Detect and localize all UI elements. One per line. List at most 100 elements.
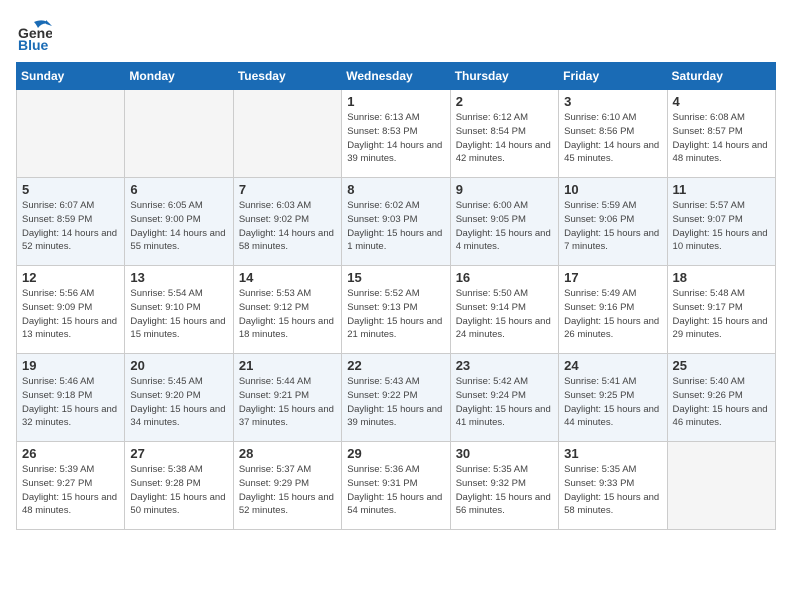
- calendar-cell: [17, 90, 125, 178]
- day-info: Sunrise: 5:39 AMSunset: 9:27 PMDaylight:…: [22, 464, 117, 516]
- day-number: 30: [456, 446, 553, 461]
- calendar-cell: 23 Sunrise: 5:42 AMSunset: 9:24 PMDaylig…: [450, 354, 558, 442]
- day-info: Sunrise: 5:46 AMSunset: 9:18 PMDaylight:…: [22, 376, 117, 428]
- day-info: Sunrise: 5:35 AMSunset: 9:33 PMDaylight:…: [564, 464, 659, 516]
- day-number: 15: [347, 270, 444, 285]
- calendar-cell: 21 Sunrise: 5:44 AMSunset: 9:21 PMDaylig…: [233, 354, 341, 442]
- day-number: 24: [564, 358, 661, 373]
- day-number: 22: [347, 358, 444, 373]
- day-number: 9: [456, 182, 553, 197]
- calendar-cell: 9 Sunrise: 6:00 AMSunset: 9:05 PMDayligh…: [450, 178, 558, 266]
- day-info: Sunrise: 5:37 AMSunset: 9:29 PMDaylight:…: [239, 464, 334, 516]
- day-number: 7: [239, 182, 336, 197]
- day-info: Sunrise: 6:12 AMSunset: 8:54 PMDaylight:…: [456, 112, 551, 164]
- calendar-cell: 22 Sunrise: 5:43 AMSunset: 9:22 PMDaylig…: [342, 354, 450, 442]
- week-row-2: 5 Sunrise: 6:07 AMSunset: 8:59 PMDayligh…: [17, 178, 776, 266]
- day-info: Sunrise: 5:42 AMSunset: 9:24 PMDaylight:…: [456, 376, 551, 428]
- calendar-cell: 17 Sunrise: 5:49 AMSunset: 9:16 PMDaylig…: [559, 266, 667, 354]
- day-info: Sunrise: 5:52 AMSunset: 9:13 PMDaylight:…: [347, 288, 442, 340]
- calendar-cell: 18 Sunrise: 5:48 AMSunset: 9:17 PMDaylig…: [667, 266, 775, 354]
- week-row-1: 1 Sunrise: 6:13 AMSunset: 8:53 PMDayligh…: [17, 90, 776, 178]
- logo-icon: General Blue: [16, 16, 52, 52]
- calendar-cell: 16 Sunrise: 5:50 AMSunset: 9:14 PMDaylig…: [450, 266, 558, 354]
- week-row-4: 19 Sunrise: 5:46 AMSunset: 9:18 PMDaylig…: [17, 354, 776, 442]
- day-info: Sunrise: 6:07 AMSunset: 8:59 PMDaylight:…: [22, 200, 117, 252]
- day-number: 8: [347, 182, 444, 197]
- day-info: Sunrise: 5:59 AMSunset: 9:06 PMDaylight:…: [564, 200, 659, 252]
- day-info: Sunrise: 5:49 AMSunset: 9:16 PMDaylight:…: [564, 288, 659, 340]
- day-info: Sunrise: 5:44 AMSunset: 9:21 PMDaylight:…: [239, 376, 334, 428]
- day-info: Sunrise: 5:56 AMSunset: 9:09 PMDaylight:…: [22, 288, 117, 340]
- calendar-cell: [233, 90, 341, 178]
- day-info: Sunrise: 5:57 AMSunset: 9:07 PMDaylight:…: [673, 200, 768, 252]
- day-info: Sunrise: 6:02 AMSunset: 9:03 PMDaylight:…: [347, 200, 442, 252]
- day-number: 13: [130, 270, 227, 285]
- calendar-cell: 11 Sunrise: 5:57 AMSunset: 9:07 PMDaylig…: [667, 178, 775, 266]
- weekday-monday: Monday: [125, 63, 233, 90]
- day-number: 6: [130, 182, 227, 197]
- day-number: 14: [239, 270, 336, 285]
- day-info: Sunrise: 6:00 AMSunset: 9:05 PMDaylight:…: [456, 200, 551, 252]
- day-number: 10: [564, 182, 661, 197]
- calendar-cell: 28 Sunrise: 5:37 AMSunset: 9:29 PMDaylig…: [233, 442, 341, 530]
- day-number: 27: [130, 446, 227, 461]
- day-number: 18: [673, 270, 770, 285]
- day-number: 5: [22, 182, 119, 197]
- weekday-tuesday: Tuesday: [233, 63, 341, 90]
- day-info: Sunrise: 5:40 AMSunset: 9:26 PMDaylight:…: [673, 376, 768, 428]
- day-info: Sunrise: 6:13 AMSunset: 8:53 PMDaylight:…: [347, 112, 442, 164]
- day-number: 21: [239, 358, 336, 373]
- calendar-cell: 24 Sunrise: 5:41 AMSunset: 9:25 PMDaylig…: [559, 354, 667, 442]
- calendar-cell: 31 Sunrise: 5:35 AMSunset: 9:33 PMDaylig…: [559, 442, 667, 530]
- calendar-cell: 10 Sunrise: 5:59 AMSunset: 9:06 PMDaylig…: [559, 178, 667, 266]
- weekday-friday: Friday: [559, 63, 667, 90]
- svg-text:Blue: Blue: [18, 37, 49, 52]
- day-info: Sunrise: 6:03 AMSunset: 9:02 PMDaylight:…: [239, 200, 334, 252]
- day-number: 26: [22, 446, 119, 461]
- day-number: 20: [130, 358, 227, 373]
- calendar-cell: 3 Sunrise: 6:10 AMSunset: 8:56 PMDayligh…: [559, 90, 667, 178]
- day-info: Sunrise: 6:10 AMSunset: 8:56 PMDaylight:…: [564, 112, 659, 164]
- day-info: Sunrise: 5:48 AMSunset: 9:17 PMDaylight:…: [673, 288, 768, 340]
- day-number: 19: [22, 358, 119, 373]
- day-number: 28: [239, 446, 336, 461]
- calendar-cell: 25 Sunrise: 5:40 AMSunset: 9:26 PMDaylig…: [667, 354, 775, 442]
- day-number: 4: [673, 94, 770, 109]
- logo: General Blue: [16, 16, 56, 52]
- calendar-cell: 7 Sunrise: 6:03 AMSunset: 9:02 PMDayligh…: [233, 178, 341, 266]
- week-row-3: 12 Sunrise: 5:56 AMSunset: 9:09 PMDaylig…: [17, 266, 776, 354]
- calendar-cell: 26 Sunrise: 5:39 AMSunset: 9:27 PMDaylig…: [17, 442, 125, 530]
- day-info: Sunrise: 5:53 AMSunset: 9:12 PMDaylight:…: [239, 288, 334, 340]
- calendar-cell: 29 Sunrise: 5:36 AMSunset: 9:31 PMDaylig…: [342, 442, 450, 530]
- calendar-table: SundayMondayTuesdayWednesdayThursdayFrid…: [16, 62, 776, 530]
- day-number: 2: [456, 94, 553, 109]
- weekday-header-row: SundayMondayTuesdayWednesdayThursdayFrid…: [17, 63, 776, 90]
- week-row-5: 26 Sunrise: 5:39 AMSunset: 9:27 PMDaylig…: [17, 442, 776, 530]
- weekday-saturday: Saturday: [667, 63, 775, 90]
- calendar-cell: 8 Sunrise: 6:02 AMSunset: 9:03 PMDayligh…: [342, 178, 450, 266]
- day-info: Sunrise: 5:35 AMSunset: 9:32 PMDaylight:…: [456, 464, 551, 516]
- day-info: Sunrise: 5:43 AMSunset: 9:22 PMDaylight:…: [347, 376, 442, 428]
- day-info: Sunrise: 5:38 AMSunset: 9:28 PMDaylight:…: [130, 464, 225, 516]
- page-header: General Blue: [16, 16, 776, 52]
- calendar-cell: [125, 90, 233, 178]
- day-number: 29: [347, 446, 444, 461]
- day-info: Sunrise: 6:05 AMSunset: 9:00 PMDaylight:…: [130, 200, 225, 252]
- calendar-cell: 19 Sunrise: 5:46 AMSunset: 9:18 PMDaylig…: [17, 354, 125, 442]
- calendar-cell: 13 Sunrise: 5:54 AMSunset: 9:10 PMDaylig…: [125, 266, 233, 354]
- day-info: Sunrise: 6:08 AMSunset: 8:57 PMDaylight:…: [673, 112, 768, 164]
- weekday-sunday: Sunday: [17, 63, 125, 90]
- day-number: 12: [22, 270, 119, 285]
- calendar-cell: 4 Sunrise: 6:08 AMSunset: 8:57 PMDayligh…: [667, 90, 775, 178]
- calendar-cell: 30 Sunrise: 5:35 AMSunset: 9:32 PMDaylig…: [450, 442, 558, 530]
- calendar-cell: 20 Sunrise: 5:45 AMSunset: 9:20 PMDaylig…: [125, 354, 233, 442]
- calendar-cell: 2 Sunrise: 6:12 AMSunset: 8:54 PMDayligh…: [450, 90, 558, 178]
- day-number: 1: [347, 94, 444, 109]
- calendar-cell: 1 Sunrise: 6:13 AMSunset: 8:53 PMDayligh…: [342, 90, 450, 178]
- calendar-cell: 12 Sunrise: 5:56 AMSunset: 9:09 PMDaylig…: [17, 266, 125, 354]
- day-number: 25: [673, 358, 770, 373]
- day-number: 17: [564, 270, 661, 285]
- calendar-cell: 14 Sunrise: 5:53 AMSunset: 9:12 PMDaylig…: [233, 266, 341, 354]
- calendar-cell: 5 Sunrise: 6:07 AMSunset: 8:59 PMDayligh…: [17, 178, 125, 266]
- calendar-cell: 27 Sunrise: 5:38 AMSunset: 9:28 PMDaylig…: [125, 442, 233, 530]
